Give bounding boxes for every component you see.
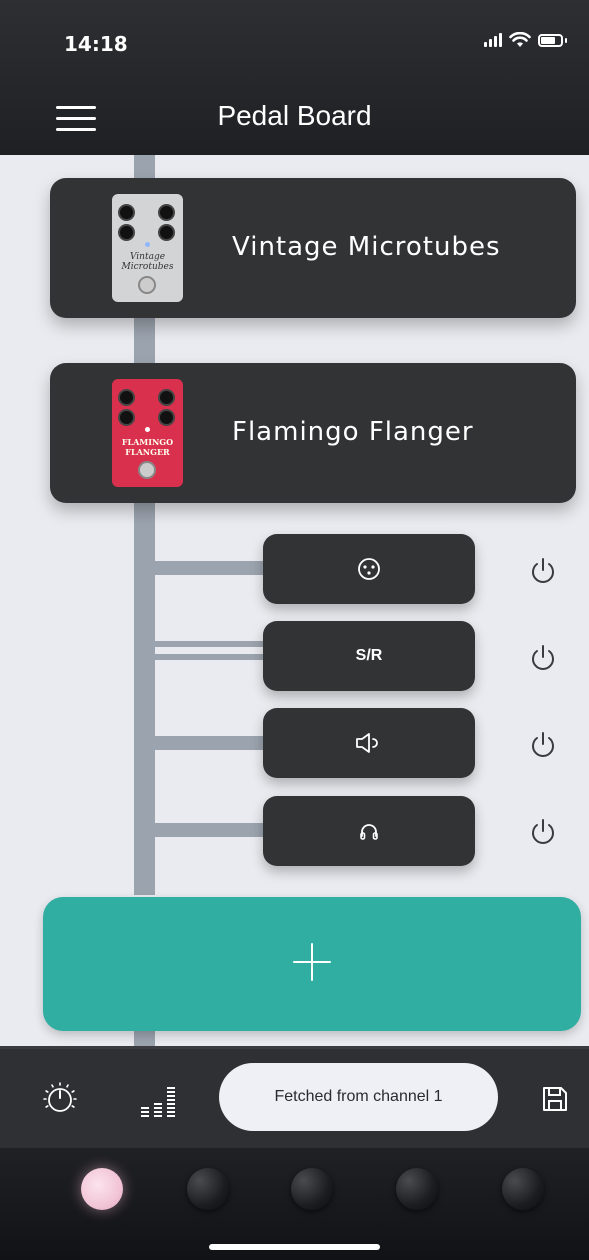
send-return-output-button[interactable]: S/R <box>263 621 475 691</box>
status-icons <box>484 32 567 48</box>
branch-line-speaker <box>155 736 263 750</box>
battery-icon <box>538 33 563 47</box>
branch-line-xlr <box>155 561 263 575</box>
speaker-icon <box>356 733 378 753</box>
speaker-output-button[interactable] <box>263 708 475 778</box>
power-icon[interactable] <box>527 816 559 848</box>
pedal-image: FLAMINGO FLANGER <box>112 379 183 487</box>
signal-icon <box>484 33 502 47</box>
knob-icon[interactable] <box>43 1082 77 1116</box>
pedal-card-flamingo-flanger[interactable]: FLAMINGO FLANGER Flamingo Flanger <box>50 363 576 503</box>
pedal-image: Vintage Microtubes <box>112 194 183 302</box>
headphones-icon <box>360 824 378 840</box>
home-indicator <box>209 1244 380 1250</box>
app-header: 14:18 Pedal Board <box>0 0 589 155</box>
status-time: 14:18 <box>64 32 128 56</box>
send-return-label: S/R <box>355 647 383 664</box>
preset-slot-4[interactable] <box>396 1168 438 1210</box>
chain-line-bottom <box>134 1031 155 1046</box>
status-message: Fetched from channel 1 <box>219 1063 498 1131</box>
power-icon[interactable] <box>527 642 559 674</box>
xlr-output-button[interactable] <box>263 534 475 604</box>
add-pedal-button[interactable] <box>43 897 581 1031</box>
preset-slot-1[interactable] <box>81 1168 123 1210</box>
level-meter-icon[interactable] <box>139 1083 179 1117</box>
power-icon[interactable] <box>527 555 559 587</box>
pedal-name: Vintage Microtubes <box>232 232 501 262</box>
plus-icon <box>293 943 331 981</box>
preset-slot-2[interactable] <box>187 1168 229 1210</box>
power-icon[interactable] <box>527 729 559 761</box>
branch-line-send <box>155 641 263 647</box>
wifi-icon <box>509 32 531 47</box>
save-icon[interactable] <box>540 1084 570 1114</box>
preset-slot-3[interactable] <box>291 1168 333 1210</box>
branch-line-headphones <box>155 823 263 837</box>
preset-slot-5[interactable] <box>502 1168 544 1210</box>
headphones-output-button[interactable] <box>263 796 475 866</box>
xlr-connector-icon <box>358 558 380 580</box>
branch-line-return <box>155 654 263 660</box>
page-title: Pedal Board <box>217 100 372 131</box>
pedal-name: Flamingo Flanger <box>232 417 474 447</box>
pedal-card-vintage-microtubes[interactable]: Vintage Microtubes Vintage Microtubes <box>50 178 576 318</box>
